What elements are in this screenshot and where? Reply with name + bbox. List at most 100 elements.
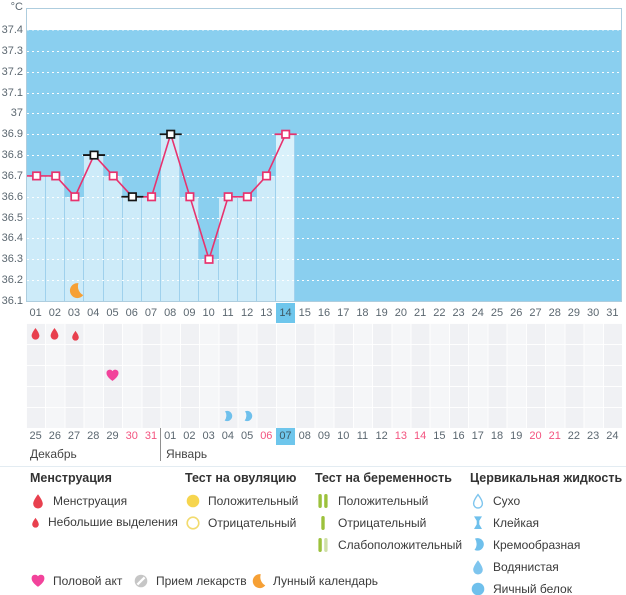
- legend-section-title: Тест на овуляцию: [185, 471, 297, 485]
- cycle-day-21[interactable]: 21: [411, 303, 430, 323]
- calendar-date-10[interactable]: 10: [334, 428, 353, 445]
- cycle-day-13[interactable]: 13: [257, 303, 276, 323]
- cycle-day-30[interactable]: 30: [584, 303, 603, 323]
- calendar-date-27[interactable]: 27: [64, 428, 83, 445]
- calendar-date-28[interactable]: 28: [84, 428, 103, 445]
- calendar-date-26[interactable]: 26: [45, 428, 64, 445]
- legend-item-label: Небольшие выделения: [48, 515, 178, 529]
- temp-marker-day-10[interactable]: [204, 254, 214, 264]
- drop-blue-icon: [470, 559, 486, 575]
- cycle-day-20[interactable]: 20: [391, 303, 410, 323]
- comma-blue[interactable]: [221, 410, 234, 423]
- legend-item: Яичный белок: [470, 581, 572, 595]
- calendar-date-06[interactable]: 06: [257, 428, 276, 445]
- cycle-day-28[interactable]: 28: [545, 303, 564, 323]
- calendar-date-14[interactable]: 14: [411, 428, 430, 445]
- temp-marker-day-11[interactable]: [223, 192, 233, 202]
- cycle-day-31[interactable]: 31: [603, 303, 622, 323]
- cycle-day-24[interactable]: 24: [468, 303, 487, 323]
- calendar-date-22[interactable]: 22: [564, 428, 583, 445]
- calendar-date-05[interactable]: 05: [237, 428, 256, 445]
- cycle-day-26[interactable]: 26: [507, 303, 526, 323]
- legend-item-label: Отрицательный: [208, 516, 297, 530]
- y-tick-label: 36.4: [1, 232, 23, 245]
- calendar-date-07[interactable]: 07: [275, 428, 296, 445]
- temperature-plot: [26, 8, 622, 302]
- calendar-date-30[interactable]: 30: [122, 428, 141, 445]
- temp-marker-day-5[interactable]: [108, 171, 118, 181]
- calendar-date-25[interactable]: 25: [26, 428, 45, 445]
- y-tick-label: 36.9: [1, 128, 23, 141]
- cycle-day-02[interactable]: 02: [45, 303, 64, 323]
- calendar-date-12[interactable]: 12: [372, 428, 391, 445]
- temp-marker-day-6[interactable]: [127, 192, 137, 202]
- cycle-day-11[interactable]: 11: [218, 303, 237, 323]
- temp-marker-day-1[interactable]: [32, 171, 42, 181]
- temp-marker-day-12[interactable]: [242, 192, 252, 202]
- calendar-date-16[interactable]: 16: [449, 428, 468, 445]
- calendar-date-13[interactable]: 13: [391, 428, 410, 445]
- drop-large[interactable]: [29, 327, 42, 340]
- calendar-date-18[interactable]: 18: [487, 428, 506, 445]
- cycle-day-04[interactable]: 04: [84, 303, 103, 323]
- calendar-date-11[interactable]: 11: [353, 428, 372, 445]
- legend-item-label: Менструация: [53, 494, 128, 508]
- calendar-date-21[interactable]: 21: [545, 428, 564, 445]
- calendar-date-23[interactable]: 23: [584, 428, 603, 445]
- cycle-day-18[interactable]: 18: [353, 303, 372, 323]
- temp-marker-day-9[interactable]: [185, 192, 195, 202]
- cycle-day-03[interactable]: 03: [64, 303, 83, 323]
- bar-one-green-icon: [315, 515, 331, 531]
- heart-pink-icon: [30, 573, 46, 589]
- y-tick-label: 36.5: [1, 211, 23, 224]
- cycle-day-25[interactable]: 25: [487, 303, 506, 323]
- comma-blue[interactable]: [241, 410, 254, 423]
- cycle-day-16[interactable]: 16: [314, 303, 333, 323]
- cycle-day-09[interactable]: 09: [180, 303, 199, 323]
- bars-two-green-icon: [315, 493, 331, 509]
- legend-item-label: Половой акт: [53, 574, 123, 588]
- calendar-date-19[interactable]: 19: [507, 428, 526, 445]
- month-label-january: Январь: [166, 447, 208, 461]
- temp-marker-day-2[interactable]: [51, 171, 61, 181]
- cycle-day-29[interactable]: 29: [564, 303, 583, 323]
- cycle-day-12[interactable]: 12: [237, 303, 256, 323]
- calendar-date-08[interactable]: 08: [295, 428, 314, 445]
- calendar-date-02[interactable]: 02: [180, 428, 199, 445]
- temp-marker-day-14[interactable]: [281, 129, 291, 139]
- calendar-date-29[interactable]: 29: [103, 428, 122, 445]
- calendar-date-15[interactable]: 15: [430, 428, 449, 445]
- temp-marker-day-3[interactable]: [70, 192, 80, 202]
- heart-pink[interactable]: [105, 368, 120, 383]
- calendar-date-03[interactable]: 03: [199, 428, 218, 445]
- cycle-day-19[interactable]: 19: [372, 303, 391, 323]
- calendar-date-17[interactable]: 17: [468, 428, 487, 445]
- temp-marker-day-13[interactable]: [261, 171, 272, 181]
- cycle-day-10[interactable]: 10: [199, 303, 218, 323]
- calendar-date-09[interactable]: 09: [314, 428, 333, 445]
- calendar-date-31[interactable]: 31: [141, 428, 160, 445]
- cycle-day-22[interactable]: 22: [430, 303, 449, 323]
- cycle-day-06[interactable]: 06: [122, 303, 141, 323]
- cycle-day-08[interactable]: 08: [161, 303, 180, 323]
- temp-marker-day-7[interactable]: [146, 192, 157, 202]
- y-axis-unit-label: °C: [10, 1, 23, 13]
- temp-marker-day-4[interactable]: [89, 150, 99, 160]
- cycle-day-23[interactable]: 23: [449, 303, 468, 323]
- cycle-day-27[interactable]: 27: [526, 303, 545, 323]
- drop-large[interactable]: [48, 327, 61, 340]
- cycle-day-17[interactable]: 17: [334, 303, 353, 323]
- calendar-date-04[interactable]: 04: [218, 428, 237, 445]
- cycle-day-01[interactable]: 01: [26, 303, 45, 323]
- calendar-date-01[interactable]: 01: [161, 428, 180, 445]
- legend-item-label: Положительный: [208, 494, 299, 508]
- cycle-day-15[interactable]: 15: [295, 303, 314, 323]
- calendar-date-20[interactable]: 20: [526, 428, 545, 445]
- temp-marker-day-8[interactable]: [166, 129, 176, 139]
- drop-small[interactable]: [70, 330, 81, 341]
- cycle-day-07[interactable]: 07: [141, 303, 160, 323]
- cycle-day-14[interactable]: 14: [275, 303, 296, 323]
- symbol-band[interactable]: [26, 323, 622, 428]
- cycle-day-05[interactable]: 05: [103, 303, 122, 323]
- calendar-date-24[interactable]: 24: [603, 428, 622, 445]
